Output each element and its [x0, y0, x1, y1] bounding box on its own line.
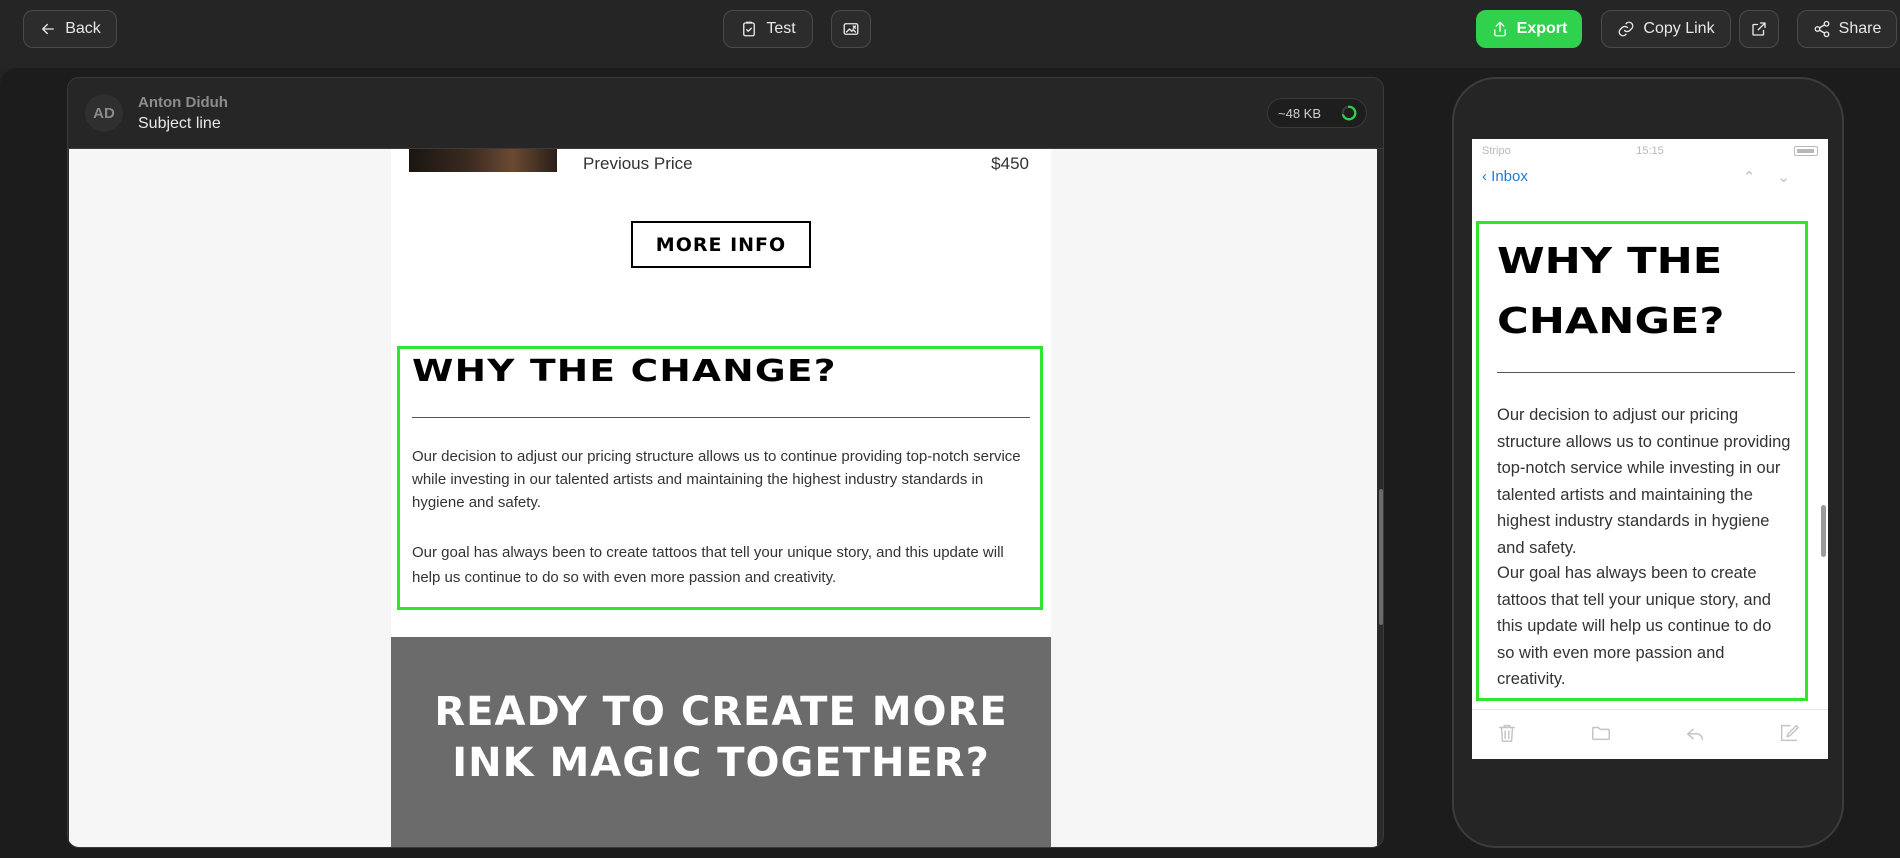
image-preview-icon: [843, 23, 859, 35]
open-external-button[interactable]: [1739, 10, 1779, 48]
editor-scrollbar[interactable]: [1377, 149, 1383, 847]
why-change-block-selected[interactable]: WHY THE CHANGE? Our decision to adjust o…: [397, 346, 1043, 610]
editor-header: AD Anton Diduh Subject line ~48 KB: [68, 78, 1383, 149]
email-size-badge: ~48 KB: [1267, 98, 1367, 128]
ready-title[interactable]: READY TO CREATE MORE INK MAGIC TOGETHER?: [391, 687, 1051, 789]
folder-icon[interactable]: [1590, 722, 1612, 744]
status-bar: Stripo 15:15: [1472, 139, 1828, 163]
phone-screen: Stripo 15:15 ‹ Inbox ⌃⌄ WHY THE CHANGE? …: [1472, 139, 1828, 759]
share-button[interactable]: Share: [1797, 10, 1897, 48]
export-button[interactable]: Export: [1476, 10, 1582, 48]
email-editor-panel: AD Anton Diduh Subject line ~48 KB Previ…: [67, 77, 1384, 848]
email-body: Previous Price $450 MORE INFO WHY THE CH…: [391, 149, 1051, 847]
mobile-why-paragraph-2: Our goal has always been to create tatto…: [1497, 564, 1772, 688]
chevron-up-icon[interactable]: ⌃: [1743, 169, 1778, 186]
mobile-divider: [1497, 372, 1795, 373]
why-paragraph-1[interactable]: Our decision to adjust our pricing struc…: [412, 445, 1032, 514]
upload-icon: [1493, 21, 1506, 37]
link-icon: [1619, 21, 1634, 37]
message-nav-arrows[interactable]: ⌃⌄: [1743, 168, 1812, 186]
mail-toolbar: [1472, 709, 1828, 759]
previous-price-label[interactable]: Previous Price: [583, 154, 693, 174]
editor-canvas[interactable]: Previous Price $450 MORE INFO WHY THE CH…: [69, 149, 1377, 847]
progress-ring-icon: [1341, 105, 1357, 121]
sender-name: Anton Diduh: [138, 94, 228, 111]
avatar: AD: [85, 94, 123, 132]
mobile-scrollbar-thumb[interactable]: [1821, 505, 1826, 557]
scrollbar-thumb[interactable]: [1379, 489, 1383, 625]
subject-line[interactable]: Subject line: [138, 115, 221, 133]
share-icon: [1814, 20, 1830, 38]
trash-icon[interactable]: [1496, 722, 1518, 744]
mobile-preview: Stripo 15:15 ‹ Inbox ⌃⌄ WHY THE CHANGE? …: [1452, 77, 1844, 848]
battery-icon: [1794, 146, 1818, 156]
mail-nav-bar: ‹ Inbox ⌃⌄: [1472, 163, 1828, 193]
top-toolbar: Back Test Export Copy Link Share: [0, 0, 1900, 68]
reply-icon[interactable]: [1684, 722, 1706, 744]
status-time: 15:15: [1636, 145, 1664, 157]
more-info-button[interactable]: MORE INFO: [631, 221, 811, 268]
clipboard-check-icon: [743, 21, 756, 37]
arrow-left-icon: [42, 23, 55, 35]
back-button[interactable]: Back: [23, 10, 117, 48]
ready-cta-block[interactable]: READY TO CREATE MORE INK MAGIC TOGETHER?: [391, 637, 1051, 847]
chevron-down-icon[interactable]: ⌄: [1777, 169, 1812, 186]
previous-price-value[interactable]: $450: [991, 154, 1029, 174]
why-change-title[interactable]: WHY THE CHANGE?: [412, 354, 837, 389]
mobile-email-content[interactable]: WHY THE CHANGE? Our decision to adjust o…: [1472, 195, 1828, 705]
product-image[interactable]: [409, 149, 557, 172]
compose-icon[interactable]: [1778, 722, 1800, 744]
mobile-why-change-title: WHY THE CHANGE?: [1497, 241, 1725, 342]
divider: [412, 417, 1030, 418]
test-button[interactable]: Test: [723, 10, 813, 48]
inbox-back-link[interactable]: ‹ Inbox: [1482, 168, 1528, 185]
chevron-left-icon: ‹: [1482, 168, 1487, 185]
why-paragraph-2[interactable]: Our goal has always been to create tatto…: [412, 540, 1032, 590]
external-link-icon: [1752, 22, 1766, 36]
mobile-why-change-block-selected[interactable]: WHY THE CHANGE? Our decision to adjust o…: [1476, 221, 1808, 701]
mobile-why-paragraph-1: Our decision to adjust our pricing struc…: [1497, 406, 1791, 557]
copy-link-button[interactable]: Copy Link: [1601, 10, 1731, 48]
preview-toggle-button[interactable]: [831, 10, 871, 48]
